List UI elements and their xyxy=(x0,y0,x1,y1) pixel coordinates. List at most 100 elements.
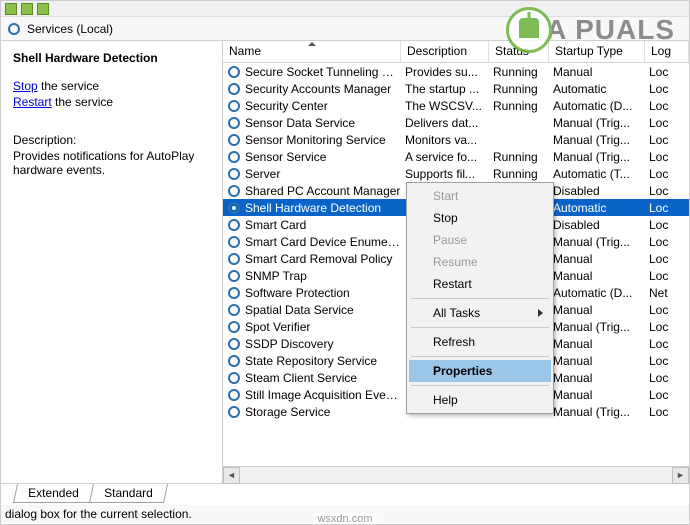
detail-pane: Shell Hardware Detection Stop the servic… xyxy=(1,41,223,483)
row-startup: Manual xyxy=(553,354,649,368)
stop-service-line: Stop the service xyxy=(13,79,210,93)
row-startup: Manual xyxy=(553,388,649,402)
service-icon xyxy=(227,235,241,249)
row-startup: Manual (Trig... xyxy=(553,150,649,164)
service-row[interactable]: Secure Socket Tunneling Pr...Provides su… xyxy=(223,63,689,80)
row-startup: Manual (Trig... xyxy=(553,116,649,130)
service-row[interactable]: Sensor ServiceA service fo...RunningManu… xyxy=(223,148,689,165)
row-logon: Loc xyxy=(649,252,689,266)
content-area: Shell Hardware Detection Stop the servic… xyxy=(1,41,689,483)
description-label: Description: xyxy=(13,133,210,147)
row-startup: Automatic xyxy=(553,82,649,96)
ctx-all-tasks[interactable]: All Tasks xyxy=(409,302,551,324)
row-name: Security Center xyxy=(245,99,405,113)
service-icon xyxy=(227,354,241,368)
restart-service-line: Restart the service xyxy=(13,95,210,109)
row-logon: Loc xyxy=(649,150,689,164)
row-logon: Loc xyxy=(649,218,689,232)
row-logon: Loc xyxy=(649,167,689,181)
row-description: Delivers dat... xyxy=(405,116,493,130)
row-name: Secure Socket Tunneling Pr... xyxy=(245,65,405,79)
service-icon xyxy=(227,269,241,283)
row-name: Sensor Monitoring Service xyxy=(245,133,405,147)
toolbar-icon[interactable] xyxy=(5,3,17,15)
ctx-stop[interactable]: Stop xyxy=(409,207,551,229)
service-icon xyxy=(227,201,241,215)
service-icon xyxy=(227,252,241,266)
service-icon xyxy=(227,388,241,402)
row-name: Server xyxy=(245,167,405,181)
row-logon: Loc xyxy=(649,99,689,113)
source-credit: wsxdn.com xyxy=(313,513,376,525)
row-logon: Loc xyxy=(649,116,689,130)
stop-service-link[interactable]: Stop xyxy=(13,79,38,93)
row-logon: Loc xyxy=(649,184,689,198)
service-row[interactable]: Security CenterThe WSCSV...RunningAutoma… xyxy=(223,97,689,114)
service-icon xyxy=(227,116,241,130)
tab-standard[interactable]: Standard xyxy=(89,484,168,503)
column-name[interactable]: Name xyxy=(223,41,401,62)
row-startup: Manual (Trig... xyxy=(553,133,649,147)
service-row[interactable]: Security Accounts ManagerThe startup ...… xyxy=(223,80,689,97)
row-status: Running xyxy=(493,82,553,96)
ctx-separator xyxy=(411,298,549,299)
ctx-properties[interactable]: Properties xyxy=(409,360,551,382)
row-name: Security Accounts Manager xyxy=(245,82,405,96)
ctx-help[interactable]: Help xyxy=(409,389,551,411)
row-startup: Manual xyxy=(553,65,649,79)
service-icon xyxy=(227,65,241,79)
column-status[interactable]: Status xyxy=(489,41,549,62)
row-logon: Loc xyxy=(649,303,689,317)
services-window: Services (Local) Shell Hardware Detectio… xyxy=(0,0,690,525)
service-row[interactable]: ServerSupports fil...RunningAutomatic (T… xyxy=(223,165,689,182)
row-name: Spatial Data Service xyxy=(245,303,405,317)
toolbar-icon[interactable] xyxy=(21,3,33,15)
row-name: SSDP Discovery xyxy=(245,337,405,351)
restart-service-link[interactable]: Restart xyxy=(13,95,52,109)
row-startup: Automatic (T... xyxy=(553,167,649,181)
service-icon xyxy=(227,150,241,164)
service-icon xyxy=(227,371,241,385)
row-name: State Repository Service xyxy=(245,354,405,368)
service-icon xyxy=(227,99,241,113)
row-status: Running xyxy=(493,167,553,181)
row-name: Spot Verifier xyxy=(245,320,405,334)
row-logon: Loc xyxy=(649,354,689,368)
scroll-right-arrow[interactable]: ► xyxy=(672,467,689,484)
row-name: Sensor Data Service xyxy=(245,116,405,130)
row-logon: Loc xyxy=(649,65,689,79)
service-icon xyxy=(227,320,241,334)
ctx-restart[interactable]: Restart xyxy=(409,273,551,295)
selected-service-name: Shell Hardware Detection xyxy=(13,51,210,65)
column-logon[interactable]: Log xyxy=(645,41,689,62)
column-headers: Name Description Status Startup Type Log xyxy=(223,41,689,63)
toolbar-icon[interactable] xyxy=(37,3,49,15)
row-startup: Manual (Trig... xyxy=(553,320,649,334)
row-name: Steam Client Service xyxy=(245,371,405,385)
row-status: Running xyxy=(493,99,553,113)
row-startup: Automatic (D... xyxy=(553,99,649,113)
row-description: The WSCSV... xyxy=(405,99,493,113)
row-logon: Loc xyxy=(649,337,689,351)
row-logon: Loc xyxy=(649,269,689,283)
row-name: Storage Service xyxy=(245,405,405,419)
row-startup: Manual xyxy=(553,337,649,351)
row-startup: Automatic (D... xyxy=(553,286,649,300)
scroll-left-arrow[interactable]: ◄ xyxy=(223,467,240,484)
row-name: SNMP Trap xyxy=(245,269,405,283)
column-description[interactable]: Description xyxy=(401,41,489,62)
row-startup: Manual xyxy=(553,371,649,385)
row-description: The startup ... xyxy=(405,82,493,96)
row-logon: Loc xyxy=(649,405,689,419)
row-logon: Loc xyxy=(649,133,689,147)
row-status: Running xyxy=(493,65,553,79)
ctx-refresh[interactable]: Refresh xyxy=(409,331,551,353)
service-row[interactable]: Sensor Data ServiceDelivers dat... Manual… xyxy=(223,114,689,131)
description-text: Provides notifications for AutoPlay hard… xyxy=(13,149,210,177)
row-startup: Disabled xyxy=(553,184,649,198)
tab-extended[interactable]: Extended xyxy=(13,484,94,503)
horizontal-scrollbar[interactable]: ◄ ► xyxy=(223,466,689,483)
row-startup: Manual xyxy=(553,269,649,283)
service-row[interactable]: Sensor Monitoring ServiceMonitors va...M… xyxy=(223,131,689,148)
column-startup[interactable]: Startup Type xyxy=(549,41,645,62)
